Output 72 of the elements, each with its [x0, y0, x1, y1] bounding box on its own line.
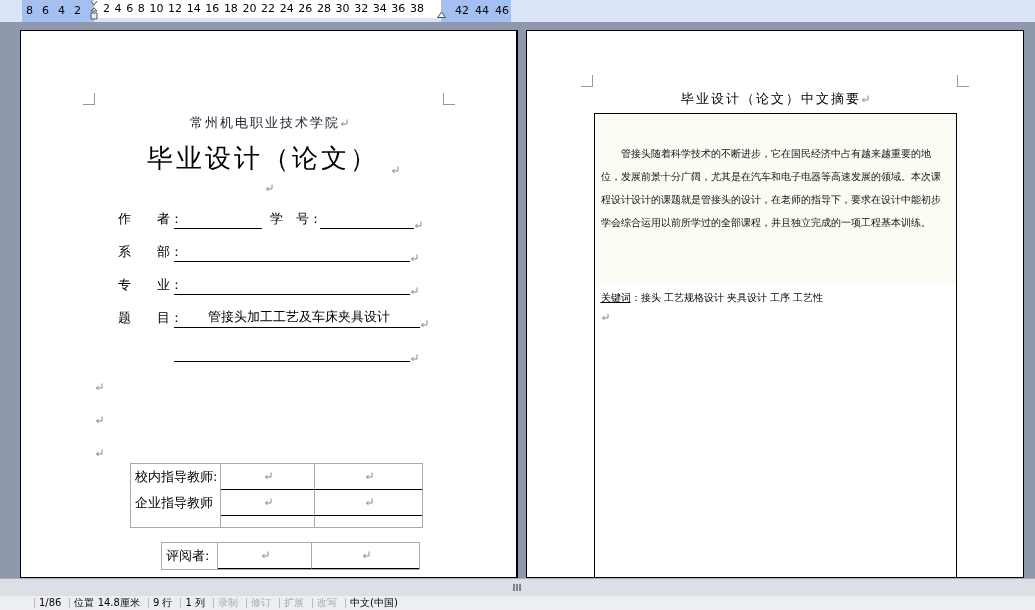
paragraph-mark-icon	[339, 118, 348, 127]
paragraph-mark-icon	[861, 94, 869, 103]
ruler-number: 42	[455, 2, 469, 19]
paragraph-mark-icon	[364, 498, 373, 506]
ruler-number: 4	[114, 0, 122, 17]
school-name: 常州机电职业技术学院	[189, 114, 340, 132]
paragraph-mark-icon	[361, 551, 370, 559]
paragraph-mark-icon	[409, 353, 418, 362]
ruler-number: 46	[495, 2, 509, 19]
ruler-number: 38	[409, 0, 424, 17]
paragraph-mark-icon	[263, 472, 272, 480]
ruler-number: 30	[335, 0, 350, 17]
table-cell: 企业指导教师	[131, 489, 221, 516]
crop-mark-icon	[442, 93, 455, 105]
indent-marker-icon[interactable]	[437, 11, 446, 18]
ruler-number: 8	[137, 0, 145, 17]
ruler-number: 34	[372, 0, 387, 17]
document-title: 毕业设计（论文）	[146, 141, 379, 175]
paragraph-mark-icon	[600, 312, 609, 321]
paragraph-mark-icon	[413, 220, 422, 229]
abstract-paragraph: 管接头随着科学技术的不断进步，它在国民经济中占有越来越重要的地位，发展前景十分广阔，尤其是在汽车和电子电器等高速发展的领域。本次课程设计设计的课题就是管接头的设计，在老师的指导下，要求在设计中能初步学会综合运用以前所学过的全部课程，并且独立完成的一项工程基本训练。	[600, 146, 942, 230]
ruler-number: 44	[475, 2, 489, 19]
ruler-number: 32	[354, 0, 369, 17]
ruler-number: 2	[74, 2, 81, 19]
status-item: 1/86	[34, 598, 62, 608]
ruler-number: 36	[391, 0, 406, 17]
ruler-number: 22	[261, 0, 276, 17]
status-item: 录制	[213, 598, 238, 608]
indent-marker-icon[interactable]	[90, 0, 98, 20]
status-item: 中文(中国)	[345, 598, 398, 608]
scroll-grip-icon	[513, 584, 522, 591]
ruler-number: 8	[26, 2, 33, 19]
crop-mark-icon	[82, 93, 95, 105]
ruler-number: 12	[168, 0, 183, 17]
ruler-number: 16	[205, 0, 220, 17]
ruler-number: 24	[279, 0, 294, 17]
ruler-number: 26	[298, 0, 313, 17]
ruler-number: 2	[103, 0, 110, 17]
paragraph-mark-icon	[260, 551, 269, 559]
ruler[interactable]: 8 6 4 2 2 4 6 8 10 12 14 16 18 20 22 24 26 28 30 32 34 36 38 42 44 46	[0, 0, 1035, 22]
ruler-number: 28	[316, 0, 331, 17]
abstract-heading: 毕业设计（论文）中文摘要	[681, 90, 861, 108]
keywords-label: 关键词	[600, 290, 631, 305]
status-item: 修订	[246, 598, 271, 608]
paragraph-mark-icon	[409, 253, 418, 262]
ruler-number: 20	[242, 0, 257, 17]
paragraph-mark-icon	[95, 448, 103, 457]
ruler-number: 18	[223, 0, 238, 17]
horizontal-scrollbar[interactable]	[0, 578, 1035, 596]
paragraph-mark-icon	[390, 165, 399, 174]
paragraph-mark-icon	[409, 286, 418, 295]
ruler-number: 14	[186, 0, 201, 17]
status-item: 位置 14.8厘米	[69, 598, 140, 608]
field-label: 学 号：	[269, 210, 320, 228]
keywords-text: ：接头 工艺规格设计 夹具设计 工序 工艺性	[630, 290, 824, 305]
paragraph-mark-icon	[419, 319, 428, 328]
ruler-number: 6	[42, 2, 49, 19]
crop-mark-icon	[581, 75, 593, 87]
paragraph-mark-icon	[264, 183, 273, 192]
table-cell: 评阅者:	[162, 542, 218, 569]
status-item: 9 行	[147, 598, 173, 608]
table-cell: 校内指导教师:	[131, 463, 221, 490]
paragraph-mark-icon	[263, 498, 272, 506]
status-item: 扩展	[279, 598, 304, 608]
ruler-number: 10	[149, 0, 164, 17]
ruler-number: 6	[126, 0, 134, 17]
paragraph-mark-icon	[364, 472, 373, 480]
crop-mark-icon	[957, 75, 969, 87]
ruler-number: 4	[58, 2, 65, 19]
paragraph-mark-icon	[95, 382, 103, 391]
status-item: 1 列	[180, 598, 205, 608]
paragraph-mark-icon	[95, 415, 103, 424]
